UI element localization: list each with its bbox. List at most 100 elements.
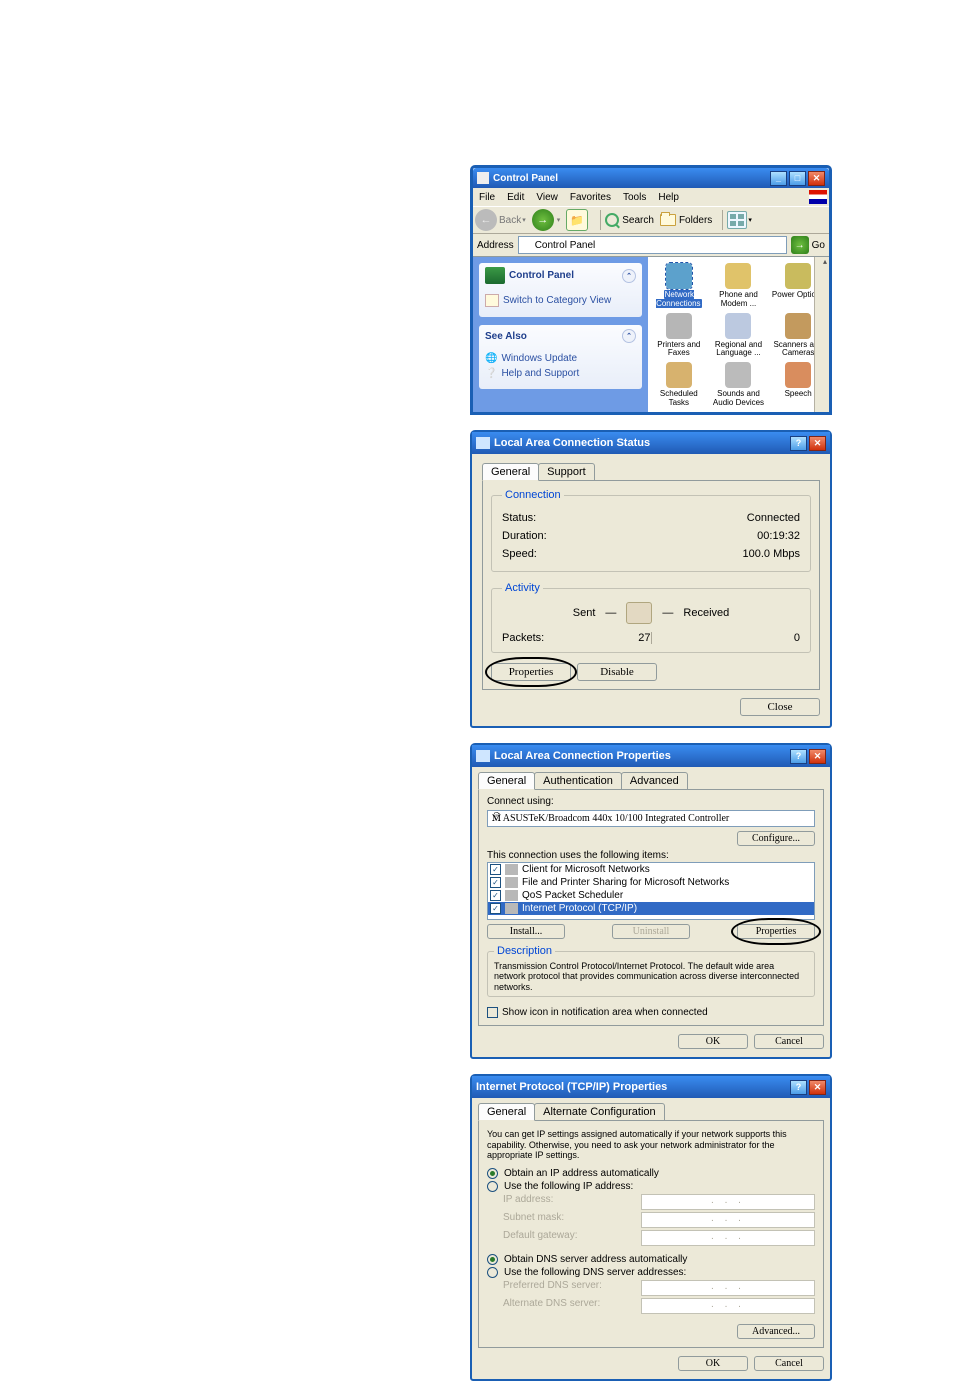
forward-button[interactable]: → (532, 209, 554, 231)
menu-help[interactable]: Help (652, 192, 685, 203)
duration-value: 00:19:32 (757, 530, 800, 542)
ok-button[interactable]: OK (678, 1356, 748, 1371)
checkbox-icon[interactable]: ✓ (490, 864, 501, 875)
close-button[interactable]: ✕ (809, 1080, 826, 1095)
checkbox-icon[interactable]: ✓ (490, 877, 501, 888)
ip-address-label: IP address: (503, 1194, 633, 1210)
power-options-item[interactable]: Power Options (769, 263, 827, 309)
control-panel-icon (477, 172, 489, 184)
menu-file[interactable]: File (473, 192, 501, 203)
radio-icon (487, 1168, 498, 1179)
scanners-cameras-item[interactable]: Scanners and Cameras (769, 313, 827, 359)
tcpip-properties-dialog: Internet Protocol (TCP/IP) Properties ? … (470, 1074, 832, 1381)
received-label: Received (683, 607, 729, 619)
titlebar[interactable]: Control Panel _ □ ✕ (473, 168, 829, 188)
connect-using-label: Connect using: (487, 796, 815, 808)
gateway-input: . . . (641, 1230, 815, 1246)
tab-authentication[interactable]: Authentication (534, 772, 622, 790)
alt-dns-label: Alternate DNS server: (503, 1298, 633, 1314)
menu-favorites[interactable]: Favorites (564, 192, 617, 203)
tab-support[interactable]: Support (538, 463, 595, 481)
help-button[interactable]: ? (790, 436, 807, 451)
search-icon (605, 213, 619, 227)
status-value: Connected (747, 512, 800, 524)
checkbox-icon[interactable]: ✓ (490, 903, 501, 914)
show-icon-checkbox[interactable] (487, 1007, 498, 1018)
views-button[interactable]: ▾ (727, 211, 752, 229)
windows-update-link[interactable]: 🌐 Windows Update (485, 351, 636, 366)
activity-group: Activity Sent — — Received Packets:27 0 (491, 582, 811, 653)
scanner-icon (785, 313, 811, 339)
minimize-button[interactable]: _ (770, 171, 787, 186)
lan-properties-dialog: Local Area Connection Properties ? ✕ Gen… (470, 743, 832, 1059)
tab-general[interactable]: General (482, 463, 539, 481)
titlebar[interactable]: Local Area Connection Properties ? ✕ (472, 745, 830, 767)
advanced-button[interactable]: Advanced... (737, 1324, 815, 1339)
checkbox-icon[interactable]: ✓ (490, 890, 501, 901)
configure-button[interactable]: Configure... (737, 831, 815, 846)
properties-button[interactable]: Properties (737, 924, 815, 939)
phone-modem-item[interactable]: Phone and Modem ... (710, 263, 768, 309)
radio-icon (487, 1181, 498, 1192)
speech-item[interactable]: Speech (769, 362, 827, 408)
cancel-button[interactable]: Cancel (754, 1034, 824, 1049)
properties-button[interactable]: Properties (491, 663, 571, 681)
obtain-dns-auto-radio[interactable]: Obtain DNS server address automatically (487, 1254, 815, 1265)
use-ip-radio[interactable]: Use the following IP address: (487, 1181, 815, 1192)
help-button[interactable]: ? (790, 749, 807, 764)
search-button[interactable]: Search (605, 213, 654, 227)
sounds-item[interactable]: Sounds and Audio Devices (710, 362, 768, 408)
up-button[interactable]: 📁 (566, 209, 588, 231)
tab-advanced[interactable]: Advanced (621, 772, 688, 790)
list-item: ✓File and Printer Sharing for Microsoft … (488, 876, 814, 889)
printers-faxes-item[interactable]: Printers and Faxes (650, 313, 708, 359)
regional-language-item[interactable]: Regional and Language ... (710, 313, 768, 359)
menu-tools[interactable]: Tools (617, 192, 652, 203)
install-button[interactable]: Install... (487, 924, 565, 939)
titlebar[interactable]: Local Area Connection Status ? ✕ (472, 432, 830, 454)
titlebar[interactable]: Internet Protocol (TCP/IP) Properties ? … (472, 1076, 830, 1098)
uninstall-button: Uninstall (612, 924, 690, 939)
items-listbox[interactable]: ✓Client for Microsoft Networks ✓File and… (487, 862, 815, 920)
folders-button[interactable]: Folders (660, 214, 712, 226)
close-button[interactable]: ✕ (808, 171, 825, 186)
menu-view[interactable]: View (530, 192, 564, 203)
switch-category-view-link[interactable]: Switch to Category View (485, 292, 636, 309)
cancel-button[interactable]: Cancel (754, 1356, 824, 1371)
use-dns-radio[interactable]: Use the following DNS server addresses: (487, 1267, 815, 1278)
activity-legend: Activity (502, 582, 543, 594)
list-item: ✓Client for Microsoft Networks (488, 863, 814, 876)
tcpip-icon (505, 903, 518, 914)
control-panel-task-icon (485, 267, 505, 284)
go-button[interactable]: → (791, 236, 809, 254)
description-text: Transmission Control Protocol/Internet P… (494, 961, 808, 992)
control-panel-window: Control Panel _ □ ✕ File Edit View Favor… (470, 165, 832, 415)
disable-button[interactable]: Disable (577, 663, 657, 681)
dialog-title: Local Area Connection Status (494, 437, 650, 449)
close-button[interactable]: ✕ (809, 749, 826, 764)
scheduled-tasks-item[interactable]: Scheduled Tasks (650, 362, 708, 408)
close-dialog-button[interactable]: Close (740, 698, 820, 716)
connection-group: Connection Status:Connected Duration:00:… (491, 489, 811, 572)
obtain-ip-auto-radio[interactable]: Obtain an IP address automatically (487, 1168, 815, 1179)
help-support-link[interactable]: ❔ Help and Support (485, 366, 636, 381)
speed-label: Speed: (502, 548, 537, 560)
help-button[interactable]: ? (790, 1080, 807, 1095)
address-input[interactable] (518, 236, 787, 254)
network-icon (476, 437, 490, 449)
collapse-icon[interactable]: ⌃ (622, 269, 636, 283)
printer-icon (666, 313, 692, 339)
tab-general[interactable]: General (478, 772, 535, 790)
tab-alternate[interactable]: Alternate Configuration (534, 1103, 665, 1121)
collapse-icon[interactable]: ⌃ (622, 329, 636, 343)
radio-icon (487, 1254, 498, 1265)
close-button[interactable]: ✕ (809, 436, 826, 451)
menu-edit[interactable]: Edit (501, 192, 530, 203)
folders-icon (660, 214, 676, 226)
maximize-button[interactable]: □ (789, 171, 806, 186)
tab-general[interactable]: General (478, 1103, 535, 1121)
ok-button[interactable]: OK (678, 1034, 748, 1049)
network-connections-item[interactable]: Network Connections (650, 263, 708, 309)
task-panel-title: Control Panel (509, 270, 574, 281)
network-icon (666, 263, 692, 289)
